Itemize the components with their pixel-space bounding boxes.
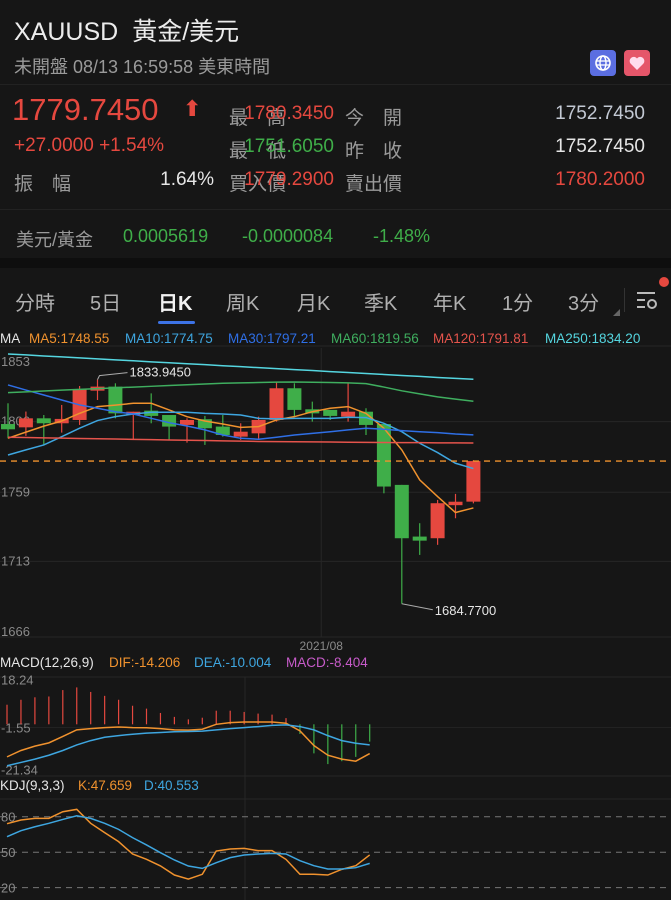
macd-y-tick: 18.24 xyxy=(1,673,34,688)
max-annotation-leader xyxy=(97,372,128,380)
max-price-annotation: 1833.9450 xyxy=(130,365,191,380)
chart-canvas[interactable]: 185318061759171316662021/081833.94501684… xyxy=(0,0,671,900)
candle-body xyxy=(394,484,409,539)
y-tick-label: 1713 xyxy=(1,553,30,568)
ma250-line xyxy=(7,353,474,380)
kdj-y-tick: 50 xyxy=(1,845,15,860)
min-annotation-leader xyxy=(401,603,433,611)
y-tick-label: 1853 xyxy=(1,354,30,369)
d-line xyxy=(6,814,370,870)
y-tick-label: 1759 xyxy=(1,484,30,499)
candle-body xyxy=(323,409,338,416)
candle-body xyxy=(1,424,15,430)
candle-body xyxy=(36,418,51,424)
candle-body xyxy=(108,386,123,414)
candle-body xyxy=(448,501,463,506)
candle-body xyxy=(233,431,248,437)
candle-body xyxy=(412,536,427,541)
candle-body xyxy=(269,388,284,420)
candle-body xyxy=(180,419,194,425)
min-price-annotation: 1684.7700 xyxy=(435,603,496,618)
macd-y-tick: -21.34 xyxy=(1,762,38,777)
candle-body xyxy=(430,503,445,539)
x-tick-label: 2021/08 xyxy=(300,639,344,653)
candle-body xyxy=(287,388,302,410)
dea-line xyxy=(6,724,370,767)
candle-body xyxy=(18,418,33,428)
candle-body xyxy=(341,411,356,417)
macd-y-tick: -1.55 xyxy=(1,721,31,736)
kdj-y-tick: 20 xyxy=(1,881,15,896)
